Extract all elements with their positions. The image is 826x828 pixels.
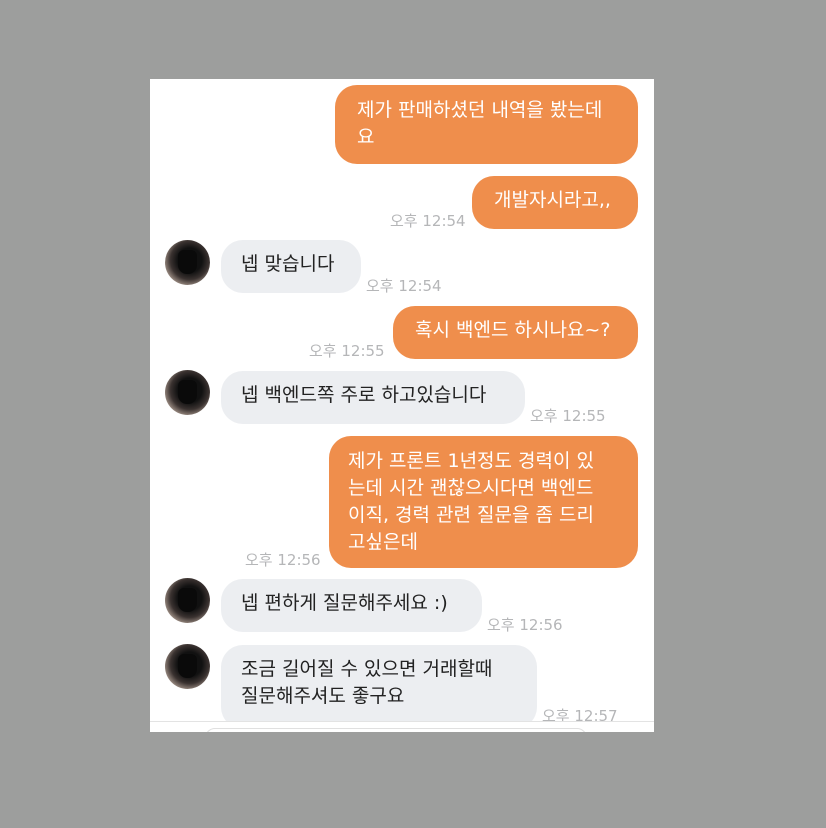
outgoing-message-bubble[interactable]: 제가 프론트 1년정도 경력이 있 는데 시간 괜찮으시다면 백엔드 이직, 경… [329,436,638,568]
user-avatar[interactable] [165,578,210,623]
incoming-message-bubble[interactable]: 넵 맞습니다 [221,240,361,293]
outgoing-message-bubble[interactable]: 개발자시라고,, [472,176,638,229]
chat-window: 제가 판매하셨던 내역을 봤는데 요 오후 12:54 개발자시라고,, 넵 맞… [150,79,654,732]
message-timestamp: 오후 12:54 [366,277,442,295]
outgoing-message-bubble[interactable]: 혹시 백엔드 하시나요~? [393,306,638,359]
user-avatar[interactable] [165,644,210,689]
incoming-message-bubble[interactable]: 넵 백엔드쪽 주로 하고있습니다 [221,371,525,424]
user-avatar[interactable] [165,240,210,285]
message-timestamp: 오후 12:54 [390,212,466,230]
message-timestamp: 오후 12:56 [487,616,563,634]
message-timestamp: 오후 12:56 [245,551,321,569]
outgoing-message-bubble[interactable]: 제가 판매하셨던 내역을 봤는데 요 [335,85,638,164]
user-avatar[interactable] [165,370,210,415]
message-timestamp: 오후 12:55 [309,342,385,360]
incoming-message-bubble[interactable]: 넵 편하게 질문해주세요 :) [221,579,482,632]
message-timestamp: 오후 12:55 [530,407,606,425]
message-input-bar [150,721,654,732]
incoming-message-bubble[interactable]: 조금 길어질 수 있으면 거래할때 질문해주셔도 좋구요 [221,645,537,729]
message-input[interactable] [205,728,587,732]
